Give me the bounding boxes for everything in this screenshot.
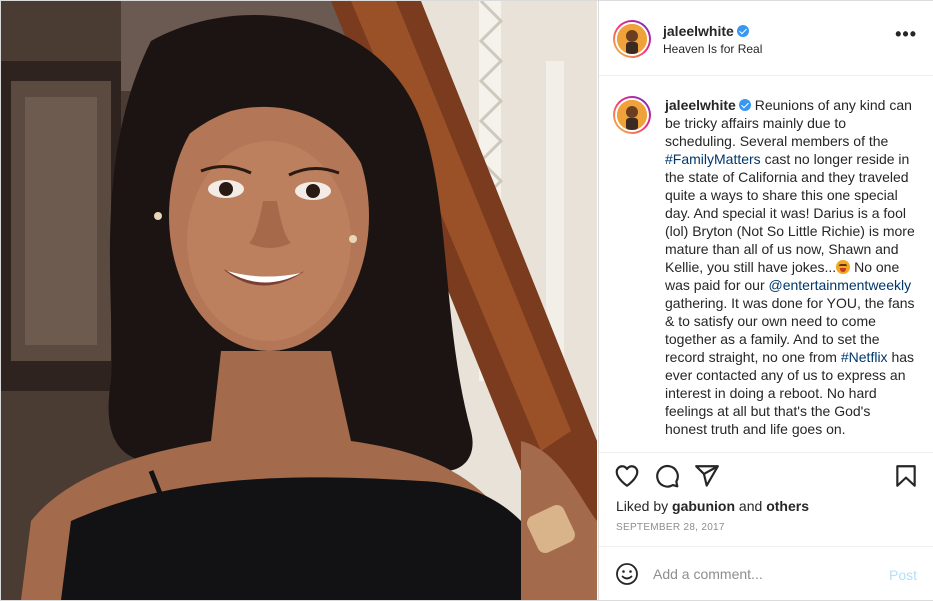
author-username-text[interactable]: jaleelwhite (663, 23, 734, 39)
post-date[interactable]: September 28, 2017 (616, 522, 725, 533)
emoji-icon[interactable] (615, 562, 639, 586)
caption-area[interactable]: jaleelwhite Reunions of any kind can be … (599, 76, 933, 453)
hashtag-link[interactable]: #Netflix (841, 349, 888, 365)
caption-part: cast no longer reside in the state of Ca… (665, 151, 915, 275)
liked-by-prefix: Liked by (616, 498, 673, 514)
comment-input[interactable] (653, 561, 873, 587)
post-modal: jaleelwhite Heaven Is for Real ••• jalee… (0, 0, 933, 601)
comment-bar: Post (599, 546, 933, 601)
caption-avatar[interactable] (613, 96, 651, 134)
post-comment-button[interactable]: Post (889, 567, 917, 583)
more-icon[interactable]: ••• (895, 25, 917, 43)
liked-by-user[interactable]: gabunion (672, 498, 735, 514)
liked-by-others[interactable]: others (766, 498, 809, 514)
share-icon[interactable] (694, 463, 720, 489)
heart-icon[interactable] (614, 463, 640, 489)
emoji-icon (836, 260, 851, 274)
bookmark-icon[interactable] (893, 463, 919, 489)
mention-link[interactable]: @entertainmentweekly (769, 277, 912, 293)
verified-icon (736, 25, 749, 37)
action-bar (599, 453, 933, 497)
caption-text: jaleelwhite Reunions of any kind can be … (665, 96, 915, 438)
comment-icon[interactable] (654, 463, 680, 489)
hashtag-link[interactable]: #FamilyMatters (665, 151, 761, 167)
author-username[interactable]: jaleelwhite (663, 23, 749, 39)
liked-by: Liked by gabunion and others (616, 498, 809, 514)
post-header: jaleelwhite Heaven Is for Real ••• (599, 1, 933, 76)
avatar[interactable] (613, 20, 651, 58)
liked-by-and: and (735, 498, 767, 514)
verified-icon (738, 99, 751, 111)
post-location[interactable]: Heaven Is for Real (663, 42, 762, 56)
caption-author[interactable]: jaleelwhite (665, 97, 736, 113)
post-photo[interactable] (1, 1, 597, 600)
post-details-panel: jaleelwhite Heaven Is for Real ••• jalee… (598, 1, 933, 600)
